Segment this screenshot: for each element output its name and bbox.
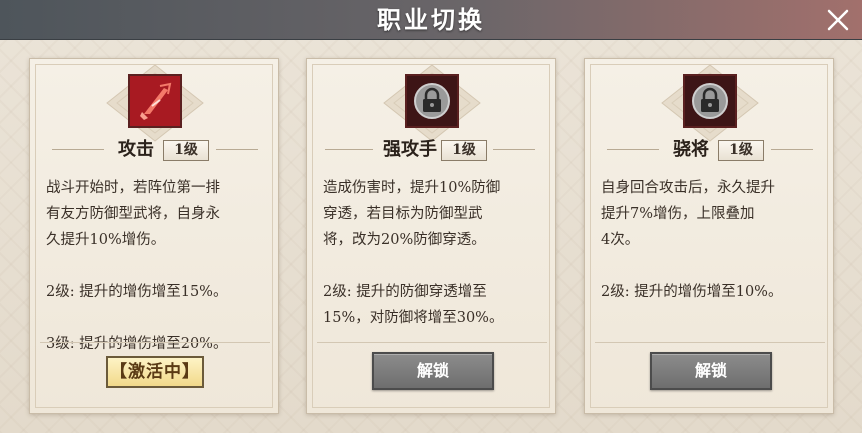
divider: [40, 342, 270, 343]
class-icon-frame: [683, 74, 737, 128]
class-name: 攻击: [118, 139, 154, 160]
divider: [595, 342, 825, 343]
close-icon[interactable]: [822, 4, 854, 36]
page-title: 职业切换: [377, 5, 485, 34]
divider: [607, 149, 659, 150]
title-bar: 职业切换: [0, 0, 862, 40]
divider: [325, 149, 373, 150]
class-icon-frame: [405, 74, 459, 128]
level-badge: 1级: [441, 140, 487, 161]
divider: [317, 342, 547, 343]
class-icon-frame: [128, 74, 182, 128]
divider: [52, 149, 104, 150]
unlock-button[interactable]: 解锁: [372, 352, 494, 390]
class-name-row: 骁将 1级: [585, 137, 835, 163]
sword-slash-icon: [140, 82, 172, 120]
class-card-striker[interactable]: 强攻手 1级 造成伤害时，提升10%防御 穿透，若目标为防御型武 将，改为20%…: [306, 58, 556, 414]
divider: [216, 149, 258, 150]
divider: [493, 149, 535, 150]
lock-icon: [414, 83, 450, 119]
class-name-row: 攻击 1级: [30, 137, 280, 163]
class-name-row: 强攻手 1级: [307, 137, 557, 163]
class-description: 造成伤害时，提升10%防御 穿透，若目标为防御型武 将，改为20%防御穿透。 2…: [323, 180, 504, 326]
divider: [771, 149, 813, 150]
class-name: 骁将: [673, 139, 709, 160]
class-description: 自身回合攻击后，永久提升 提升7%增伤，上限叠加 4次。 2级: 提升的增伤增至…: [601, 180, 783, 300]
class-name: 强攻手: [383, 139, 437, 160]
class-description: 战斗开始时，若阵位第一排 有友方防御型武将，自身永 久提升10%增伤。 2级: …: [46, 180, 228, 352]
class-card-attack[interactable]: 攻击 1级 战斗开始时，若阵位第一排 有友方防御型武将，自身永 久提升10%增伤…: [29, 58, 279, 414]
active-status-badge: 【激活中】: [106, 356, 204, 388]
level-badge: 1级: [163, 140, 209, 161]
level-badge: 1级: [718, 140, 764, 161]
class-card-valiant-general[interactable]: 骁将 1级 自身回合攻击后，永久提升 提升7%增伤，上限叠加 4次。 2级: 提…: [584, 58, 834, 414]
unlock-button[interactable]: 解锁: [650, 352, 772, 390]
lock-icon: [692, 83, 728, 119]
